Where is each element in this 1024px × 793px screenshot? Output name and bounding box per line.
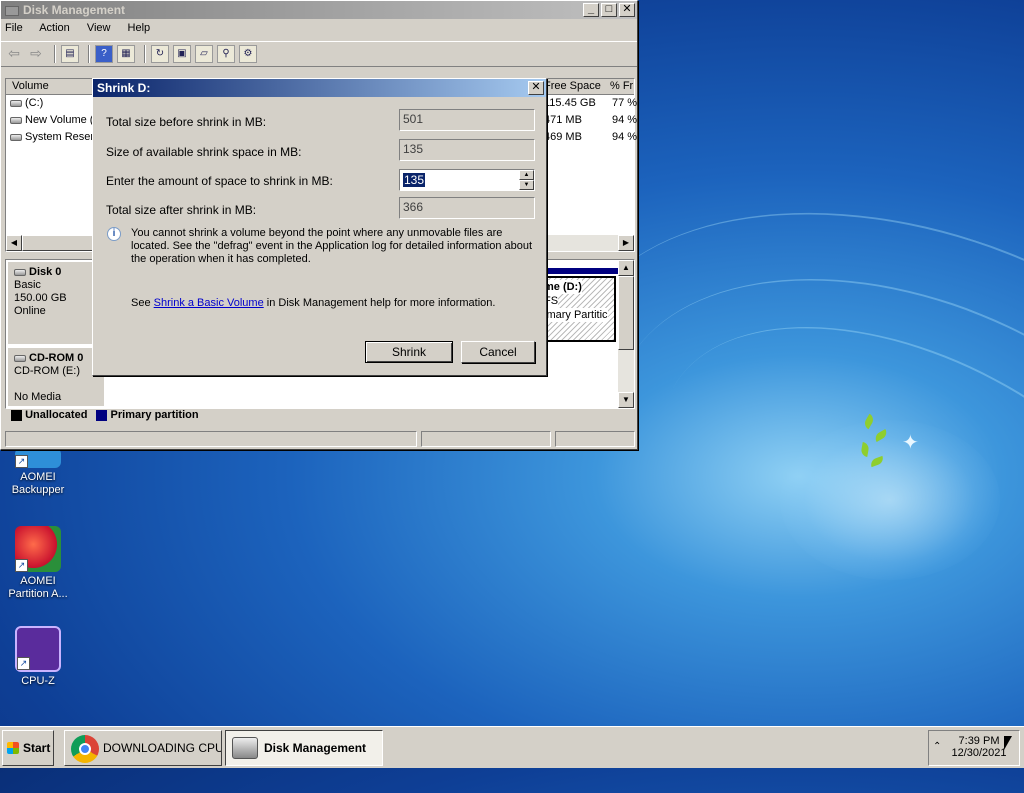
- back-icon[interactable]: ⇦: [5, 45, 23, 63]
- help-icon[interactable]: ?: [95, 45, 113, 63]
- desktop-icon-aomei-backupper[interactable]: ↗ AOMEI Backupper: [0, 448, 76, 497]
- menu-bar: File Action View Help: [1, 19, 637, 41]
- drive-icon: [10, 116, 22, 124]
- desktop-icon-label: CPU-Z: [21, 675, 55, 687]
- spin-down-icon[interactable]: ▼: [519, 180, 534, 190]
- windows-logo-icon: [7, 742, 19, 754]
- total-after-label: Total size after shrink in MB:: [106, 203, 257, 217]
- shrink-basic-volume-link[interactable]: Shrink a Basic Volume: [154, 297, 264, 309]
- taskbar-item-chrome[interactable]: DOWNLOADING CPU-...: [64, 730, 222, 766]
- shrink-amount-stepper[interactable]: 135 ▲ ▼: [399, 169, 535, 191]
- disk0-info[interactable]: Disk 0 Basic 150.00 GB Online: [8, 262, 104, 344]
- vertical-scrollbar[interactable]: ▲ ▼: [618, 260, 634, 408]
- cpu-chip-icon: ↗: [15, 626, 61, 672]
- help-link-line: See Shrink a Basic Volume in Disk Manage…: [131, 297, 496, 309]
- show-hidden-icons-icon[interactable]: ⌃: [933, 741, 941, 752]
- status-bar: [5, 431, 635, 447]
- total-after-field: 366: [399, 197, 535, 219]
- scroll-left-icon[interactable]: ◀: [6, 235, 22, 251]
- menu-file[interactable]: File: [5, 22, 23, 34]
- window-titlebar[interactable]: Disk Management _ □ ✕: [1, 1, 637, 19]
- maximize-button[interactable]: □: [601, 3, 617, 17]
- minimize-button[interactable]: _: [583, 3, 599, 17]
- legend: Unallocated Primary partition: [11, 409, 199, 421]
- shortcut-arrow-icon: ↗: [15, 455, 28, 468]
- desktop-icon-label: AOMEI: [20, 575, 56, 587]
- properties-icon[interactable]: ▦: [117, 45, 135, 63]
- toolbar: ⇦ ⇨ ▤? ▦ ↻ ▣ ▱ ⚲ ⚙: [1, 41, 637, 67]
- total-before-label: Total size before shrink in MB:: [106, 115, 267, 129]
- shrink-button[interactable]: Shrink: [365, 341, 453, 363]
- partition-d[interactable]: me (D:) FS imary Partitic: [536, 268, 618, 344]
- disk-management-icon: [232, 737, 258, 759]
- desktop-icon-cpu-z[interactable]: ↗ CPU-Z: [0, 626, 76, 688]
- open-folder-icon[interactable]: ▱: [195, 45, 213, 63]
- search-icon[interactable]: ⚲: [217, 45, 235, 63]
- column-free-space[interactable]: Free Space: [544, 80, 601, 92]
- menu-view[interactable]: View: [87, 22, 111, 34]
- total-before-field: 501: [399, 109, 535, 131]
- scroll-thumb[interactable]: [618, 276, 634, 350]
- shrink-amount-input[interactable]: 135: [403, 173, 426, 187]
- dialog-titlebar[interactable]: Shrink D: ✕: [93, 79, 546, 97]
- settings-icon[interactable]: ▣: [173, 45, 191, 63]
- forward-icon[interactable]: ⇨: [27, 45, 45, 63]
- scroll-up-icon[interactable]: ▲: [618, 260, 634, 276]
- desktop-icon-label: Backupper: [11, 484, 65, 496]
- shrink-dialog: Shrink D: ✕ Total size before shrink in …: [92, 78, 547, 376]
- close-button[interactable]: ✕: [619, 3, 635, 17]
- scroll-down-icon[interactable]: ▼: [618, 392, 634, 408]
- dialog-close-button[interactable]: ✕: [528, 81, 544, 95]
- partition-assistant-icon: ↗: [15, 526, 61, 572]
- column-percent-free[interactable]: % Fr: [610, 80, 633, 92]
- shortcut-arrow-icon: ↗: [15, 559, 28, 572]
- disk-app-icon: [5, 5, 19, 16]
- dialog-title: Shrink D:: [97, 81, 151, 95]
- taskbar: Start DOWNLOADING CPU-... Disk Managemen…: [0, 726, 1024, 768]
- chrome-icon: [71, 735, 99, 763]
- scroll-right-icon[interactable]: ▶: [618, 235, 634, 251]
- legend-unallocated: Unallocated: [25, 409, 88, 421]
- column-volume[interactable]: Volume: [12, 80, 49, 92]
- cdrom0-info[interactable]: CD-ROM 0 CD-ROM (E:) No Media: [8, 348, 104, 406]
- shortcut-arrow-icon: ↗: [17, 657, 30, 670]
- disk-icon: [14, 268, 26, 276]
- menu-action[interactable]: Action: [39, 22, 70, 34]
- drive-icon: [10, 99, 22, 107]
- desktop-icon-label: AOMEI: [20, 471, 56, 483]
- mouse-cursor-icon: [1004, 736, 1012, 750]
- start-button[interactable]: Start: [2, 730, 54, 766]
- wallpaper-glow: [780, 420, 1000, 580]
- available-label: Size of available shrink space in MB:: [106, 145, 302, 159]
- available-field: 135: [399, 139, 535, 161]
- info-icon: i: [107, 227, 121, 241]
- desktop-icon-label: Partition A...: [8, 588, 68, 600]
- bird-decoration: ✦: [902, 432, 919, 454]
- cdrom-icon: [14, 354, 26, 362]
- rescan-icon[interactable]: ⚙: [239, 45, 257, 63]
- backupper-icon: ↗: [15, 448, 61, 468]
- info-text: You cannot shrink a volume beyond the po…: [131, 227, 533, 265]
- window-title: Disk Management: [23, 3, 126, 17]
- enter-amount-label: Enter the amount of space to shrink in M…: [106, 174, 333, 188]
- legend-unallocated-swatch: [11, 409, 22, 421]
- menu-help[interactable]: Help: [128, 22, 151, 34]
- cancel-button[interactable]: Cancel: [461, 341, 535, 363]
- legend-primary-swatch: [96, 409, 108, 421]
- drive-icon: [10, 133, 22, 141]
- spin-up-icon[interactable]: ▲: [519, 170, 534, 180]
- refresh-icon[interactable]: ↻: [151, 45, 169, 63]
- taskbar-item-disk-management[interactable]: Disk Management: [225, 730, 383, 766]
- legend-primary: Primary partition: [110, 409, 199, 421]
- list-view-icon[interactable]: ▤: [61, 45, 79, 63]
- desktop-icon-aomei-partition[interactable]: ↗ AOMEI Partition A...: [0, 526, 76, 601]
